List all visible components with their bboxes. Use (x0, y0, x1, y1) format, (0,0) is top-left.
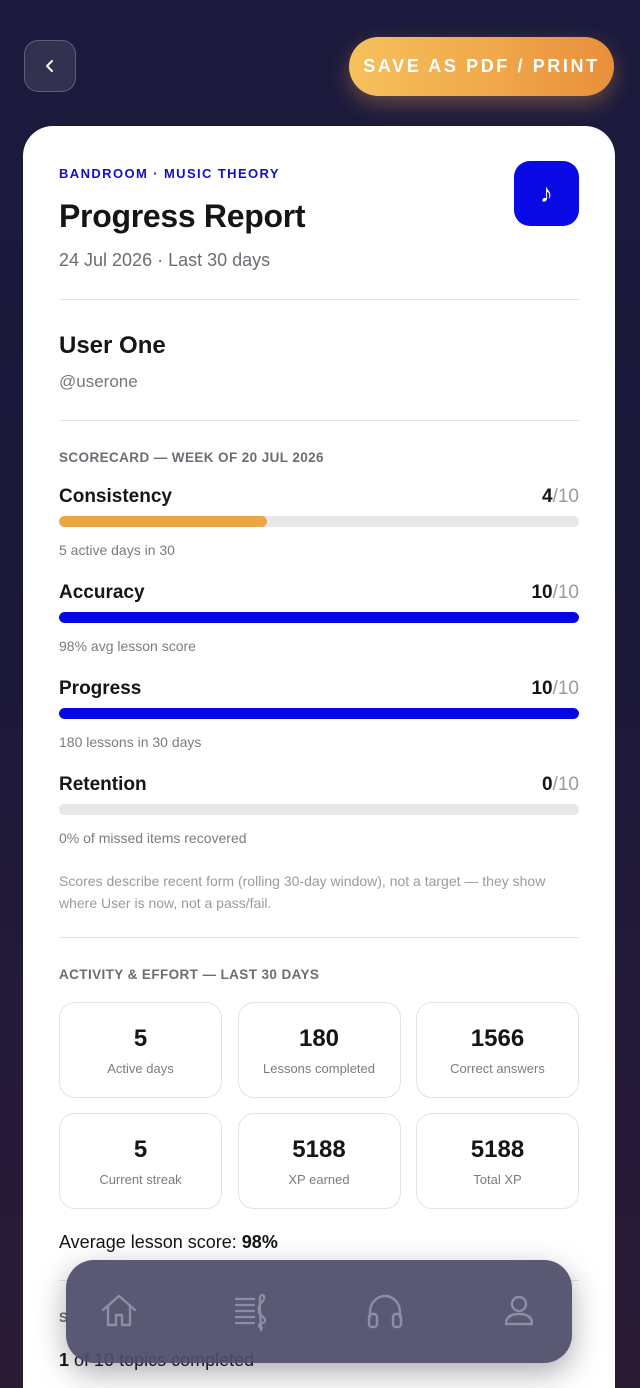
stat-value: 5188 (470, 1135, 525, 1163)
metric-progress-fill (59, 612, 579, 623)
stat-value: 1566 (470, 1024, 525, 1052)
bottom-nav (66, 1260, 572, 1363)
metric-progress-track (59, 516, 579, 527)
stat-tile: 5 Active days (59, 1002, 222, 1098)
metric-progress-track (59, 708, 579, 719)
divider (59, 299, 579, 300)
activity-heading: ACTIVITY & EFFORT — LAST 30 DAYS (59, 967, 320, 982)
metric-note: 0% of missed items recovered (59, 830, 247, 846)
metric-name: Progress (59, 678, 142, 699)
metric-score-max: /10 (552, 582, 579, 603)
stat-tile: 1566 Correct answers (416, 1002, 579, 1098)
metric-score-value: 10 (531, 582, 553, 603)
stat-tile: 5 Current streak (59, 1113, 222, 1209)
metric-score-value: 0 (542, 774, 553, 795)
metric-consistency: Consistency 4/10 5 active days in 30 (59, 486, 579, 566)
metric-score-max: /10 (552, 486, 579, 507)
chevron-left-icon (46, 60, 53, 72)
scorecard-disclaimer: Scores describe recent form (rolling 30-… (59, 873, 546, 911)
stat-label: Correct answers (450, 1060, 545, 1076)
nav-listening[interactable] (360, 1286, 410, 1336)
metric-progress-track (59, 804, 579, 815)
metric-score-value: 10 (531, 678, 553, 699)
stat-value: 5 (133, 1024, 148, 1052)
metric-note: 98% avg lesson score (59, 638, 196, 654)
back-button[interactable] (24, 40, 76, 92)
metric-score: 4/10 (542, 486, 579, 508)
user-handle: @userone (59, 372, 138, 391)
metric-note: 5 active days in 30 (59, 542, 175, 558)
metric-accuracy: Accuracy 10/10 98% avg lesson score (59, 582, 579, 662)
headphones-icon (367, 1294, 403, 1329)
stat-tile: 5188 Total XP (416, 1113, 579, 1209)
report-date: 24 Jul 2026 · Last 30 days (59, 250, 271, 270)
metric-score-max: /10 (552, 678, 579, 699)
page-title: Progress Report (59, 198, 306, 234)
divider (59, 420, 579, 421)
avg-value: 98% (241, 1232, 278, 1252)
brand-label: BANDROOM · MUSIC THEORY (59, 166, 280, 181)
stat-label: Lessons completed (262, 1060, 375, 1076)
metric-score: 10/10 (531, 582, 579, 604)
metric-progress-fill (59, 516, 267, 527)
stat-value: 180 (298, 1024, 340, 1052)
topics-count: 1 (59, 1350, 70, 1370)
metric-retention: Retention 0/10 0% of missed items recovere… (59, 774, 579, 854)
stat-label: XP earned (288, 1171, 350, 1187)
metric-score: 0/10 (542, 774, 579, 796)
metric-score-value: 4 (542, 486, 553, 507)
user-name: User One (59, 332, 166, 359)
metric-name: Consistency (59, 486, 172, 507)
stat-label: Current streak (99, 1171, 182, 1187)
metric-score-max: /10 (552, 774, 579, 795)
average-lesson-score: Average lesson score: 98% (59, 1232, 278, 1253)
save-pdf-button[interactable]: SAVE AS PDF / PRINT (349, 37, 614, 96)
metric-progress: Progress 10/10 180 lessons in 30 days (59, 678, 579, 758)
metric-progress-track (59, 612, 579, 623)
scorecard-heading: SCORECARD — WEEK OF 20 JUL 2026 (59, 450, 324, 465)
nav-home[interactable] (94, 1286, 144, 1336)
stat-tile: 5188 XP earned (237, 1113, 401, 1209)
metric-name: Retention (59, 774, 147, 795)
sheet-music-icon (234, 1293, 267, 1332)
stat-tile: 180 Lessons completed (237, 1002, 401, 1098)
metric-score: 10/10 (531, 678, 579, 700)
music-note-icon: ♪ (514, 161, 579, 226)
stat-value: 5188 (292, 1135, 346, 1163)
divider (59, 937, 579, 938)
profile-icon (504, 1295, 534, 1326)
stat-label: Active days (107, 1060, 174, 1076)
stat-label: Total XP (473, 1171, 522, 1187)
report-card: BANDROOM · MUSIC THEORY Progress Report … (23, 126, 615, 1388)
metric-note: 180 lessons in 30 days (59, 734, 202, 750)
avg-label: Average lesson score: (59, 1232, 237, 1252)
nav-lessons[interactable] (228, 1286, 278, 1336)
home-icon (101, 1294, 137, 1327)
stat-value: 5 (133, 1135, 148, 1163)
metric-name: Accuracy (59, 582, 145, 603)
metric-progress-fill (59, 708, 579, 719)
nav-profile[interactable] (494, 1286, 544, 1336)
